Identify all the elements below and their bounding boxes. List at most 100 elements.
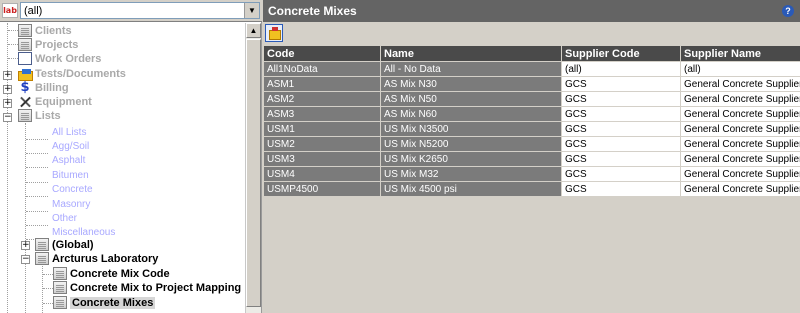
table-row[interactable]: USM2 US Mix N5200 GCS General Concrete Supp… — [263, 136, 800, 152]
cell-code[interactable]: USM2 — [263, 136, 381, 152]
cell-supplier-name[interactable]: General Concrete Supplier — [680, 136, 800, 152]
filter-dropdown-value: (all) — [24, 5, 43, 17]
tree-item-arcturus-laboratory[interactable]: Arcturus Laboratory — [35, 252, 158, 266]
tree-item-tests-documents[interactable]: Tests/Documents — [18, 67, 126, 81]
cell-supplier-code[interactable]: GCS — [561, 76, 681, 92]
help-icon[interactable]: ? — [782, 5, 794, 17]
tree-item-global[interactable]: (Global) — [35, 238, 94, 252]
folder-icon — [18, 67, 33, 81]
tree-item-equipment[interactable]: Equipment — [18, 95, 92, 109]
tree-item-concrete[interactable]: Concrete — [52, 183, 93, 196]
tree-item-label: Arcturus Laboratory — [52, 253, 159, 265]
cell-name[interactable]: AS Mix N50 — [380, 91, 562, 107]
cell-supplier-code[interactable]: GCS — [561, 181, 681, 197]
laboratory-icon — [35, 252, 49, 265]
cell-code[interactable]: USMP4500 — [263, 181, 381, 197]
tree-item-label: Work Orders — [35, 53, 102, 65]
table-row[interactable]: USM1 US Mix N3500 GCS General Concrete Supp… — [263, 121, 800, 137]
cell-supplier-code[interactable]: GCS — [561, 121, 681, 137]
cell-code[interactable]: ASM2 — [263, 91, 381, 107]
collapse-icon[interactable]: − — [3, 113, 12, 122]
cell-name[interactable]: AS Mix N30 — [380, 76, 562, 92]
cell-supplier-code[interactable]: GCS — [561, 106, 681, 122]
cell-code[interactable]: USM4 — [263, 166, 381, 182]
content-pane: Concrete Mixes ? Code Name Supplier Code… — [263, 0, 800, 313]
toolbar — [263, 22, 800, 44]
cell-supplier-name[interactable]: General Concrete Supplier — [680, 151, 800, 167]
cell-supplier-code[interactable]: GCS — [561, 151, 681, 167]
cell-name[interactable]: All - No Data — [380, 61, 562, 77]
table-row[interactable]: USMP4500 US Mix 4500 psi GCS General Concre… — [263, 181, 800, 197]
document-icon — [53, 281, 67, 294]
collapse-icon[interactable]: − — [21, 255, 30, 264]
tree-item-work-orders[interactable]: Work Orders — [18, 52, 101, 66]
cell-supplier-name[interactable]: General Concrete Supplier — [680, 76, 800, 92]
tree-item-concrete-mix-code[interactable]: Concrete Mix Code — [53, 267, 170, 281]
table-row[interactable]: USM4 US Mix M32 GCS General Concrete Suppli… — [263, 166, 800, 182]
lists-icon — [18, 109, 32, 122]
cell-supplier-code[interactable]: GCS — [561, 166, 681, 182]
expand-icon[interactable]: + — [3, 71, 12, 80]
expand-icon[interactable]: + — [3, 85, 12, 94]
cell-name[interactable]: US Mix 4500 psi — [380, 181, 562, 197]
cell-name[interactable]: US Mix N5200 — [380, 136, 562, 152]
cell-code[interactable]: All1NoData — [263, 61, 381, 77]
tree-item-clients[interactable]: Clients — [18, 24, 72, 38]
tree-item-asphalt[interactable]: Asphalt — [52, 154, 85, 167]
filter-dropdown[interactable]: (all) ▼ — [20, 2, 260, 19]
tools-icon — [18, 95, 32, 108]
tree-scrollbar[interactable]: ▲ — [245, 23, 261, 313]
concrete-mixes-table: Code Name Supplier Code Supplier Name Al… — [263, 45, 800, 197]
cell-supplier-name[interactable]: General Concrete Supplier — [680, 91, 800, 107]
scrollbar-thumb[interactable] — [246, 39, 261, 307]
tree-item-other[interactable]: Other — [52, 212, 77, 225]
tree-item-label: Concrete Mix Code — [70, 268, 170, 280]
tree-item-billing[interactable]: $ Billing — [18, 81, 69, 95]
cell-name[interactable]: US Mix M32 — [380, 166, 562, 182]
tree-item-concrete-mix-to-project-mapping[interactable]: Concrete Mix to Project Mapping — [53, 281, 241, 295]
scroll-up-arrow-icon[interactable]: ▲ — [246, 23, 261, 38]
tree-item-bitumen[interactable]: Bitumen — [52, 169, 89, 182]
table-row[interactable]: ASM2 AS Mix N50 GCS General Concrete Suppli… — [263, 91, 800, 107]
table-row[interactable]: All1NoData All - No Data (all) (all) — [263, 61, 800, 77]
cell-supplier-name[interactable]: General Concrete Supplier — [680, 181, 800, 197]
tree-item-concrete-mixes[interactable]: Concrete Mixes — [53, 296, 156, 310]
tree-item-label: Concrete Mixes — [70, 297, 156, 309]
column-header-supplier-code[interactable]: Supplier Code — [561, 45, 681, 62]
tree-item-lists[interactable]: Lists — [18, 109, 61, 123]
panel-header: Concrete Mixes ? — [263, 0, 800, 22]
tree-item-label: Equipment — [35, 96, 92, 108]
table-row[interactable]: ASM3 AS Mix N60 GCS General Concrete Suppli… — [263, 106, 800, 122]
table-row[interactable]: ASM1 AS Mix N30 GCS General Concrete Suppli… — [263, 76, 800, 92]
cell-code[interactable]: ASM1 — [263, 76, 381, 92]
expand-icon[interactable]: + — [21, 241, 30, 250]
cell-code[interactable]: ASM3 — [263, 106, 381, 122]
cell-supplier-name[interactable]: General Concrete Supplier — [680, 121, 800, 137]
navigation-tree: Clients Projects Work Orders + Tests/Doc… — [0, 23, 244, 313]
table-row[interactable]: USM3 US Mix K2650 GCS General Concrete Supp… — [263, 151, 800, 167]
cell-supplier-name[interactable]: General Concrete Supplier — [680, 106, 800, 122]
cell-supplier-code[interactable]: GCS — [561, 91, 681, 107]
cell-supplier-name[interactable]: (all) — [680, 61, 800, 77]
cell-supplier-name[interactable]: General Concrete Supplier — [680, 166, 800, 182]
cell-supplier-code[interactable]: (all) — [561, 61, 681, 77]
expand-icon[interactable]: + — [3, 99, 12, 108]
cell-code[interactable]: USM3 — [263, 151, 381, 167]
tree-item-projects[interactable]: Projects — [18, 38, 78, 52]
cell-name[interactable]: AS Mix N60 — [380, 106, 562, 122]
cell-supplier-code[interactable]: GCS — [561, 136, 681, 152]
column-header-name[interactable]: Name — [380, 45, 562, 62]
cell-code[interactable]: USM1 — [263, 121, 381, 137]
cell-name[interactable]: US Mix N3500 — [380, 121, 562, 137]
column-header-code[interactable]: Code — [263, 45, 381, 62]
cell-name[interactable]: US Mix K2650 — [380, 151, 562, 167]
column-header-supplier-name[interactable]: Supplier Name — [680, 45, 800, 62]
app-logo-icon: lab — [2, 3, 18, 18]
open-record-icon[interactable] — [265, 24, 283, 42]
chevron-down-icon[interactable]: ▼ — [244, 3, 259, 18]
global-icon — [35, 238, 49, 251]
tree-item-masonry[interactable]: Masonry — [52, 198, 90, 211]
tree-item-agg-soil[interactable]: Agg/Soil — [52, 140, 89, 153]
tree-item-all-lists[interactable]: All Lists — [52, 126, 86, 139]
tree-item-label: Billing — [35, 82, 69, 94]
